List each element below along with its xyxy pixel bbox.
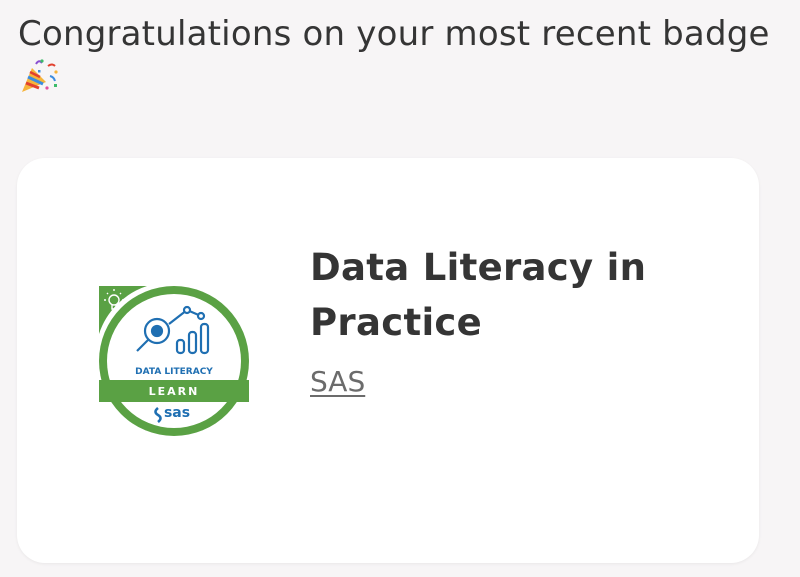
badge-image[interactable]: DATA LITERACY LEARN sas	[97, 284, 251, 438]
party-popper-icon	[22, 59, 58, 92]
badge-subject: DATA LITERACY	[135, 367, 213, 377]
page-title: Congratulations on your most recent badg…	[18, 14, 770, 54]
badge-level: LEARN	[149, 385, 200, 398]
issuer-link[interactable]: SAS	[310, 364, 365, 400]
badge-title[interactable]: Data Literacy in Practice	[310, 240, 730, 350]
badge-card[interactable]: DATA LITERACY LEARN sas Data Literacy in…	[17, 158, 759, 563]
badge-brand: sas	[164, 405, 190, 421]
header: Congratulations on your most recent badg…	[18, 10, 788, 96]
